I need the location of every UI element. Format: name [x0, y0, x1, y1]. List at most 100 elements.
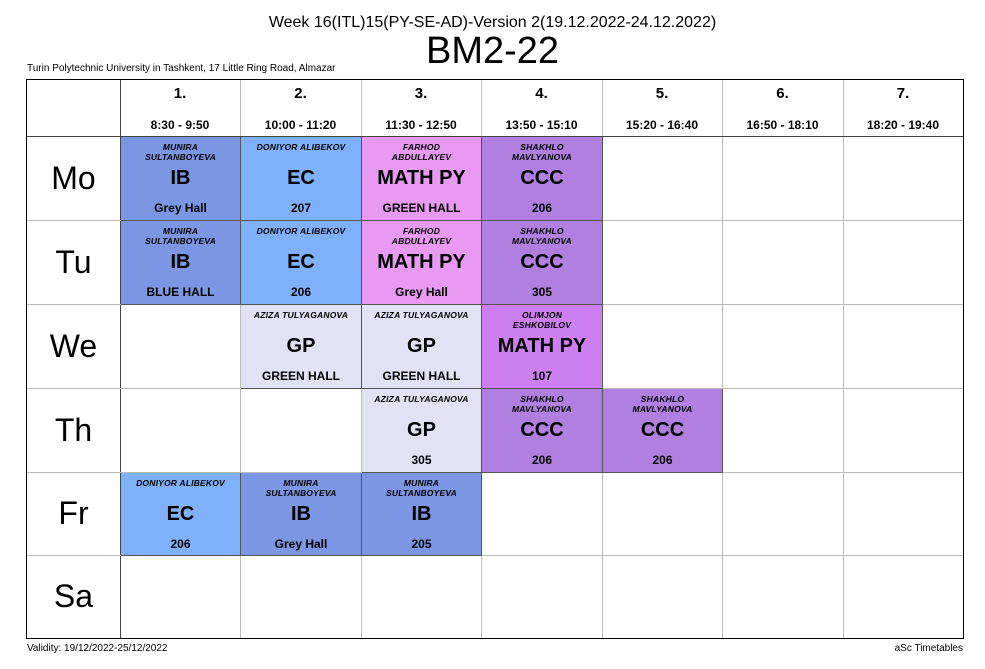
teacher-name-line: SULTANBOYEVA: [145, 152, 216, 162]
lesson-card[interactable]: AZIZA TULYAGANOVA GP GREEN HALL: [241, 305, 362, 389]
lesson-card[interactable]: DONIYOR ALIBEKOV EC 206: [121, 473, 241, 556]
lesson-card[interactable]: AZIZA TULYAGANOVA GP GREEN HALL: [362, 305, 482, 389]
teacher-name-line: SHAKHLO: [520, 142, 564, 152]
lesson-subject: MATH PY: [377, 167, 466, 189]
lesson-card[interactable]: FARHOD ABDULLAYEV MATH PY GREEN HALL: [362, 137, 482, 221]
lesson-subject: GP: [407, 419, 436, 441]
teacher-name-line: MUNIRA: [162, 142, 199, 152]
period-time: 13:50 - 15:10: [505, 118, 578, 132]
teacher-name-line: SHAKHLO: [640, 394, 685, 404]
lesson-subject: GP: [407, 335, 436, 357]
lesson-card[interactable]: OLIMJON ESHKOBILOV MATH PY 107: [482, 305, 603, 389]
lesson-card[interactable]: SHAKHLO MAVLYANOVA CCC 206: [482, 137, 603, 221]
teacher-name-line: MUNIRA: [283, 478, 319, 488]
period-header: 4. 13:50 - 15:10: [481, 80, 602, 136]
period-number: 7.: [896, 85, 910, 102]
period-number: 4.: [535, 85, 548, 102]
teacher-name-line: OLIMJON: [521, 310, 563, 320]
lesson-teacher: FARHOD ABDULLAYEV: [364, 142, 479, 162]
lesson-teacher: MUNIRA SULTANBOYEVA: [123, 226, 238, 246]
day-label: Fr: [58, 495, 89, 531]
lesson-card[interactable]: FARHOD ABDULLAYEV MATH PY Grey Hall: [362, 221, 482, 305]
lesson-card[interactable]: SHAKHLO MAVLYANOVA CCC 305: [482, 221, 603, 305]
lesson-room: 207: [290, 201, 312, 215]
lesson-subject: CCC: [520, 251, 564, 273]
teacher-name-line: DONIYOR ALIBEKOV: [256, 142, 346, 152]
lesson-teacher: DONIYOR ALIBEKOV: [243, 142, 359, 152]
period-time: 15:20 - 16:40: [625, 118, 699, 132]
lesson-teacher: AZIZA TULYAGANOVA: [364, 394, 479, 404]
period-header: 7. 18:20 - 19:40: [843, 80, 963, 136]
teacher-name-line: SHAKHLO: [520, 394, 564, 404]
lesson-teacher: SHAKHLO MAVLYANOVA: [484, 142, 600, 162]
teacher-name-line: ABDULLAYEV: [391, 152, 452, 162]
validity-text: Validity: 19/12/2022-25/12/2022: [27, 643, 168, 654]
lesson-card[interactable]: SHAKHLO MAVLYANOVA CCC 206: [482, 389, 603, 473]
day-label: Mo: [51, 159, 96, 196]
period-time: 11:30 - 12:50: [385, 118, 457, 132]
lesson-card[interactable]: DONIYOR ALIBEKOV EC 206: [241, 221, 362, 305]
lesson-subject: MATH PY: [497, 335, 587, 357]
lesson-subject: GP: [286, 335, 316, 357]
lesson-room: 206: [531, 453, 553, 467]
lesson-room: GREEN HALL: [382, 201, 461, 215]
lesson-card[interactable]: MUNIRA SULTANBOYEVA IB 205: [362, 473, 482, 556]
teacher-name-line: FARHOD: [402, 226, 441, 236]
lesson-subject: CCC: [520, 419, 564, 441]
lesson-card[interactable]: SHAKHLO MAVLYANOVA CCC 206: [603, 389, 723, 473]
period-time: 16:50 - 18:10: [746, 118, 819, 132]
period-number: 5.: [655, 85, 669, 102]
lesson-room: Grey Hall: [154, 201, 207, 215]
day-label: Tu: [55, 243, 92, 280]
lesson-teacher: FARHOD ABDULLAYEV: [364, 226, 479, 246]
lesson-teacher: MUNIRA SULTANBOYEVA: [243, 478, 359, 498]
day-label: Sa: [53, 578, 94, 614]
period-header: 2. 10:00 - 11:20: [240, 80, 361, 136]
lesson-card[interactable]: MUNIRA SULTANBOYEVA IB BLUE HALL: [121, 221, 241, 305]
lesson-card[interactable]: MUNIRA SULTANBOYEVA IB Grey Hall: [241, 473, 362, 556]
period-number: 3.: [414, 85, 428, 102]
lesson-room: Grey Hall: [274, 537, 328, 551]
day-label: We: [49, 327, 98, 364]
teacher-name-line: MAVLYANOVA: [512, 404, 572, 414]
teacher-name-line: MAVLYANOVA: [632, 404, 693, 414]
teacher-name-line: MUNIRA: [403, 478, 440, 488]
period-time: 10:00 - 11:20: [264, 118, 337, 132]
lesson-subject: IB: [291, 503, 311, 525]
lesson-room: GREEN HALL: [382, 369, 461, 383]
lesson-teacher: SHAKHLO MAVLYANOVA: [605, 394, 720, 414]
lesson-teacher: AZIZA TULYAGANOVA: [364, 310, 479, 320]
lesson-subject: EC: [166, 503, 195, 525]
teacher-name-line: AZIZA TULYAGANOVA: [374, 310, 469, 320]
lesson-card[interactable]: AZIZA TULYAGANOVA GP 305: [362, 389, 482, 473]
teacher-name-line: MAVLYANOVA: [512, 152, 572, 162]
teacher-name-line: DONIYOR ALIBEKOV: [136, 478, 225, 488]
lesson-card[interactable]: MUNIRA SULTANBOYEVA IB Grey Hall: [121, 137, 241, 221]
lesson-teacher: OLIMJON ESHKOBILOV: [484, 310, 600, 330]
teacher-name-line: MAVLYANOVA: [512, 236, 572, 246]
day-label: Th: [54, 411, 93, 448]
period-header: 3. 11:30 - 12:50: [361, 80, 481, 136]
period-time: 18:20 - 19:40: [866, 118, 940, 132]
teacher-name-line: AZIZA TULYAGANOVA: [253, 310, 349, 320]
lesson-room: GREEN HALL: [262, 369, 340, 383]
lesson-room: 205: [411, 537, 432, 551]
lesson-room: 206: [531, 201, 553, 215]
lesson-card[interactable]: DONIYOR ALIBEKOV EC 207: [241, 137, 362, 221]
lesson-room: 305: [411, 453, 432, 467]
lesson-subject: IB: [411, 503, 432, 525]
lesson-room: 107: [531, 369, 553, 383]
lesson-subject: IB: [170, 167, 191, 189]
teacher-name-line: SULTANBOYEVA: [145, 236, 216, 246]
teacher-name-line: AZIZA TULYAGANOVA: [374, 394, 469, 404]
lesson-teacher: SHAKHLO MAVLYANOVA: [484, 394, 600, 414]
period-time: 8:30 - 9:50: [150, 118, 210, 132]
lesson-room: 305: [531, 285, 553, 299]
period-number: 1.: [173, 85, 187, 102]
school-address: Turin Polytechnic University in Tashkent…: [27, 63, 336, 74]
brand-text: aSc Timetables: [894, 643, 963, 654]
teacher-name-line: ABDULLAYEV: [391, 236, 452, 246]
lesson-room: 206: [652, 453, 673, 467]
period-number: 6.: [776, 85, 789, 102]
lesson-room: 206: [290, 285, 312, 299]
